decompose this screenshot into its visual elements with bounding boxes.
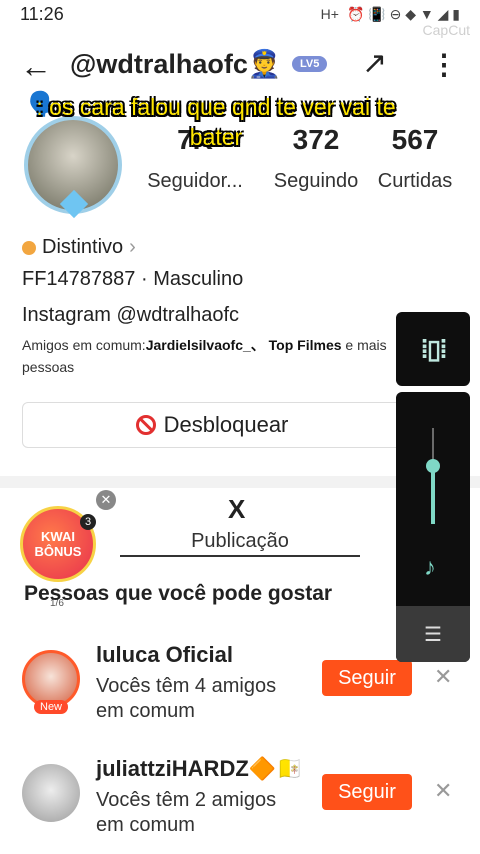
sliders-icon: ☰	[424, 623, 442, 646]
list-item[interactable]: juliattziHARDZ🔶🇻🇦 Vocês têm 2 amigos em …	[0, 756, 480, 854]
back-arrow-icon[interactable]: ←	[20, 48, 52, 85]
suggestion-mutual: Vocês têm 4 amigos em comum	[96, 675, 277, 722]
badge-hexagon-icon	[22, 240, 36, 255]
profile-header: ← @wdtralhaofc👮 LV5 ↗ ⋮	[0, 44, 480, 88]
distinctive-badge-row[interactable]: Distintivo ›	[22, 236, 136, 259]
suggestion-name[interactable]: juliattziHARDZ🔶🇻🇦	[96, 756, 304, 782]
status-icons: H+ ⏰ 📳 ⊖ ◆ ▼ ◢ ▮	[321, 6, 460, 23]
volume-settings-button[interactable]: ☰	[396, 606, 470, 662]
stat-likes-label: Curtidas	[377, 170, 453, 192]
tab-icon-x: X	[228, 494, 246, 524]
volume-fill	[431, 466, 435, 524]
more-options-icon[interactable]: ⋮	[430, 48, 458, 81]
suggestion-mutual: Vocês têm 2 amigos em comum	[96, 789, 277, 836]
kwai-bonus-count: 3	[80, 514, 96, 530]
mutual-names: Jardielsilvaofc_、 Top Filmes	[145, 337, 342, 353]
kwai-bonus-label-top: KWAI	[41, 529, 75, 544]
suggestions-title: Pessoas que você pode gostar	[24, 582, 333, 605]
close-icon[interactable]: ✕	[96, 490, 116, 510]
dismiss-icon[interactable]: ✕	[434, 778, 452, 804]
mutual-friends[interactable]: Amigos em comum:Jardielsilvaofc_、 Top Fi…	[22, 334, 402, 378]
follow-button[interactable]: Seguir	[322, 660, 412, 696]
dismiss-icon[interactable]: ✕	[434, 664, 452, 690]
badge-label: Distintivo	[42, 236, 124, 258]
net-label: H+	[320, 6, 339, 22]
music-note-icon: ♪	[424, 554, 436, 581]
capcut-watermark: CapCut	[422, 22, 470, 38]
unblock-label: Desbloquear	[163, 412, 289, 437]
status-icon-row: ⏰ 📳 ⊖ ◆ ▼ ◢ ▮	[346, 5, 460, 22]
vibrate-toggle[interactable]: ⁞▯⁞	[396, 312, 470, 386]
volume-panel: ♪ ☰	[396, 392, 470, 662]
stat-following-label: Seguindo	[273, 170, 359, 192]
volume-slider-handle[interactable]	[426, 459, 440, 474]
stat-followers-label: Seguidor...	[147, 170, 243, 192]
block-icon	[135, 415, 156, 435]
share-icon[interactable]: ↗	[362, 46, 387, 81]
page-title: @wdtralhaofc👮	[70, 49, 282, 79]
profile-id-line: FF14787887 · Masculino	[22, 268, 244, 290]
status-bar: 11:26 H+ ⏰ 📳 ⊖ ◆ ▼ ◢ ▮	[0, 0, 480, 28]
new-badge: New	[34, 700, 69, 714]
vibrate-icon: ⁞▯⁞	[420, 333, 448, 364]
status-time: 11:26	[20, 3, 64, 24]
follow-button[interactable]: Seguir	[322, 774, 412, 810]
unblock-button[interactable]: Desbloquear	[22, 402, 402, 448]
kwai-bonus-label-bottom: BÔNUS	[34, 544, 82, 559]
instagram-line[interactable]: Instagram @wdtralhaofc	[22, 304, 239, 327]
mutual-prefix: Amigos em comum:	[22, 337, 146, 353]
level-badge: LV5	[292, 56, 328, 72]
video-caption: : os cara falou que qnd te ver vai te ba…	[36, 94, 396, 150]
suggestion-name[interactable]: luluca Oficial	[96, 642, 233, 668]
chevron-right-icon: ›	[129, 236, 136, 258]
tab-publicacao[interactable]: Publicação	[120, 530, 360, 557]
avatar[interactable]	[22, 764, 80, 822]
